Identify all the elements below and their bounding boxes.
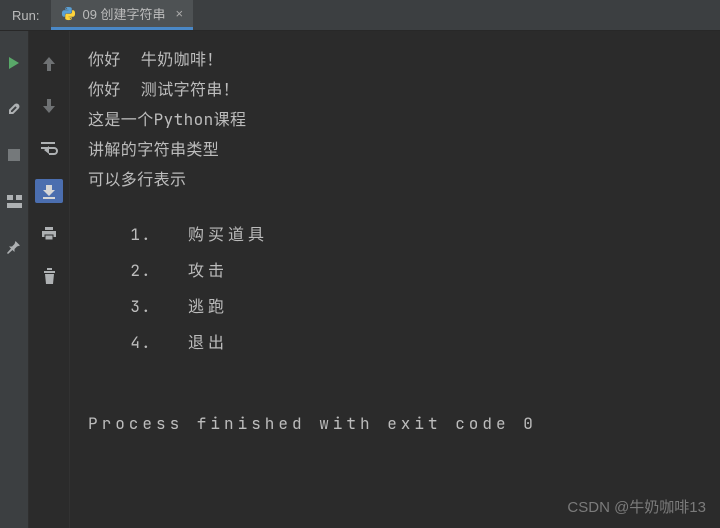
menu-row: 3． 逃跑 <box>112 289 720 325</box>
menu-label: 购买道具 <box>188 217 268 253</box>
run-config-tab[interactable]: 09 创建字符串 × <box>51 0 193 30</box>
print-icon[interactable] <box>38 223 60 245</box>
menu-number: 3． <box>112 289 188 325</box>
down-arrow-icon[interactable] <box>38 95 60 117</box>
output-line: 讲解的字符串类型 <box>88 135 720 165</box>
close-tab-icon[interactable]: × <box>176 6 184 21</box>
pin-icon[interactable] <box>4 237 24 257</box>
exit-message: Process finished with exit code 0 <box>88 409 720 439</box>
soft-wrap-icon[interactable] <box>38 137 60 159</box>
layout-icon[interactable] <box>4 191 24 211</box>
output-line: 这是一个Python课程 <box>88 105 720 135</box>
watermark: CSDN @牛奶咖啡13 <box>567 496 706 517</box>
menu-number: 1． <box>112 217 188 253</box>
action-rail-left <box>0 31 29 528</box>
tab-title: 09 创建字符串 <box>82 4 165 23</box>
menu-row: 4． 退出 <box>112 325 720 361</box>
up-arrow-icon[interactable] <box>38 53 60 75</box>
output-line: 可以多行表示 <box>88 165 720 195</box>
python-file-icon <box>61 6 76 21</box>
output-line: 你好 测试字符串！ <box>88 75 720 105</box>
run-label: Run: <box>0 8 51 23</box>
delete-icon[interactable] <box>38 265 60 287</box>
menu-label: 退出 <box>188 325 228 361</box>
rerun-icon[interactable] <box>4 53 24 73</box>
menu-row: 1． 购买道具 <box>112 217 720 253</box>
menu-label: 逃跑 <box>188 289 228 325</box>
stop-icon[interactable] <box>4 145 24 165</box>
menu-number: 2． <box>112 253 188 289</box>
console-output[interactable]: 你好 牛奶咖啡！ 你好 测试字符串！ 这是一个Python课程 讲解的字符串类型… <box>70 31 720 528</box>
run-panel-body: 你好 牛奶咖啡！ 你好 测试字符串！ 这是一个Python课程 讲解的字符串类型… <box>0 31 720 528</box>
output-line: 你好 牛奶咖啡！ <box>88 45 720 75</box>
scroll-to-end-icon[interactable] <box>35 179 63 203</box>
edit-config-icon[interactable] <box>4 99 24 119</box>
menu-label: 攻击 <box>188 253 228 289</box>
menu-row: 2． 攻击 <box>112 253 720 289</box>
action-rail-right <box>29 31 70 528</box>
run-tool-header: Run: 09 创建字符串 × <box>0 0 720 31</box>
menu-number: 4． <box>112 325 188 361</box>
menu-output: 1． 购买道具 2． 攻击 3． 逃跑 4． 退出 <box>112 217 720 361</box>
